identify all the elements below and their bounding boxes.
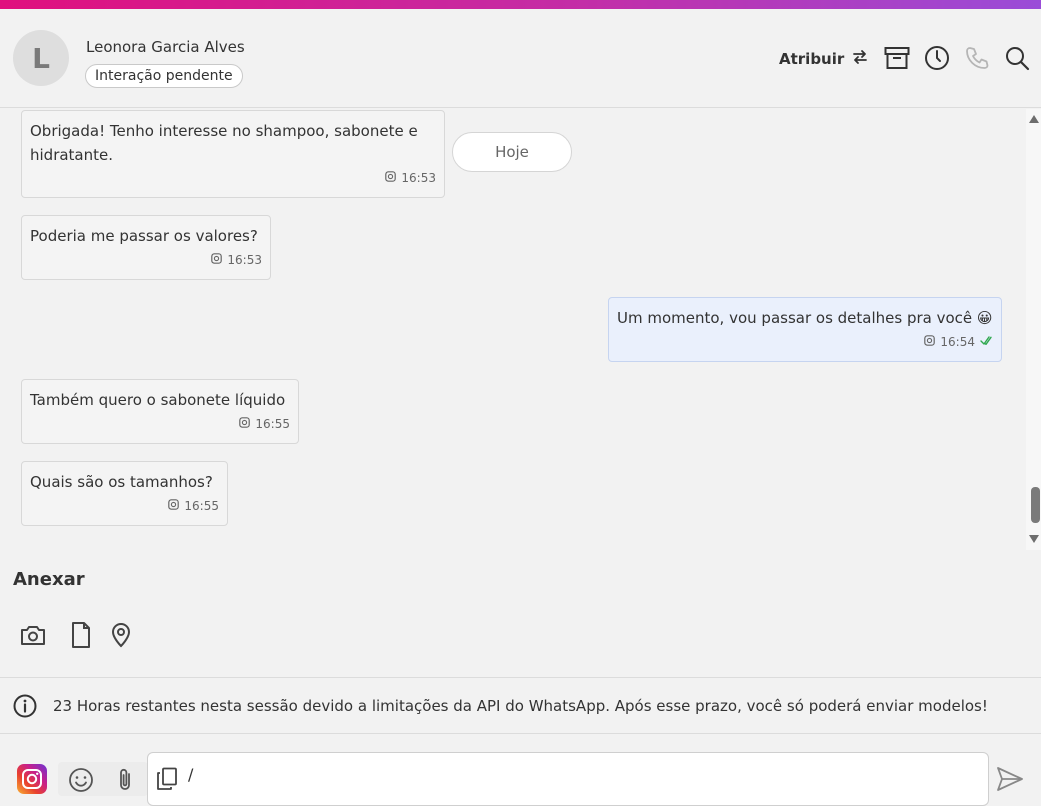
instagram-channel-button[interactable] [17,764,47,794]
conversation-header: L Leonora Garcia Alves Interação pendent… [0,9,1041,108]
status-badge: Interação pendente [85,64,243,88]
chat-app: L Leonora Garcia Alves Interação pendent… [0,0,1041,806]
attach-title: Anexar [13,569,85,590]
message-bubble[interactable]: Poderia me passar os valores? 16:53 [21,215,271,280]
camera-icon[interactable] [19,620,47,650]
instagram-icon [211,248,223,272]
copy-template-icon[interactable] [156,767,178,795]
instagram-icon [22,769,42,789]
message-time: 16:54 [940,335,975,349]
message-bubble[interactable]: Também quero o sabonete líquido 16:55 [21,379,299,444]
double-check-icon [980,330,993,354]
assign-label: Atribuir [779,50,845,68]
message-meta: 16:53 [211,248,262,272]
date-separator: Hoje [452,132,572,172]
assign-button[interactable]: Atribuir [779,47,868,71]
message-bubble[interactable]: Quais são os tamanhos? 16:55 [21,461,228,526]
message-time: 16:53 [227,253,262,267]
message-text: Quais são os tamanhos? [30,473,213,491]
instagram-icon [168,494,180,518]
emoji-icon[interactable] [66,765,96,795]
instagram-icon [239,412,251,436]
instagram-icon [924,330,936,354]
message-text: Poderia me passar os valores? [30,227,258,245]
archive-icon[interactable] [883,44,911,72]
search-icon[interactable] [1003,44,1031,72]
session-notice: 23 Horas restantes nesta sessão devido a… [0,677,1041,734]
message-input[interactable]: / [147,752,989,806]
avatar[interactable]: L [13,30,69,86]
swap-arrows-icon [852,49,868,69]
message-input-value: / [188,765,194,784]
message-meta: 16:53 [385,166,436,190]
scroll-thumb[interactable] [1031,487,1040,523]
location-pin-icon[interactable] [107,620,135,650]
notice-text: 23 Horas restantes nesta sessão devido a… [53,697,988,715]
message-meta: 16:55 [168,494,219,518]
message-bubble-outgoing[interactable]: Um momento, vou passar os detalhes pra v… [608,297,1002,362]
message-bubble[interactable]: Obrigada! Tenho interesse no shampoo, sa… [21,110,445,198]
instagram-icon [385,166,397,190]
phone-icon[interactable] [963,44,991,72]
message-text-line2: hidratante. [30,146,114,164]
contact-name[interactable]: Leonora Garcia Alves [86,38,245,56]
message-text: Também quero o sabonete líquido [30,391,286,409]
send-icon[interactable] [994,763,1026,795]
clock-icon[interactable] [923,44,951,72]
scroll-up-arrow[interactable] [1029,115,1039,123]
info-icon [13,694,37,718]
message-list[interactable]: Obrigada! Tenho interesse no shampoo, sa… [0,109,1026,550]
document-icon[interactable] [67,620,95,650]
message-time: 16:55 [255,417,290,431]
scroll-down-arrow[interactable] [1029,535,1039,543]
message-meta: 16:55 [239,412,290,436]
message-text: Um momento, vou passar os detalhes pra v… [617,309,993,327]
message-text-line1: Obrigada! Tenho interesse no shampoo, sa… [30,122,418,140]
message-time: 16:55 [184,499,219,513]
message-composer: / [0,735,1041,806]
brand-gradient-bar [0,0,1041,9]
message-time: 16:53 [401,171,436,185]
message-meta: 16:54 [924,330,993,354]
paperclip-icon[interactable] [110,765,140,795]
chat-scrollbar[interactable] [1026,109,1041,550]
